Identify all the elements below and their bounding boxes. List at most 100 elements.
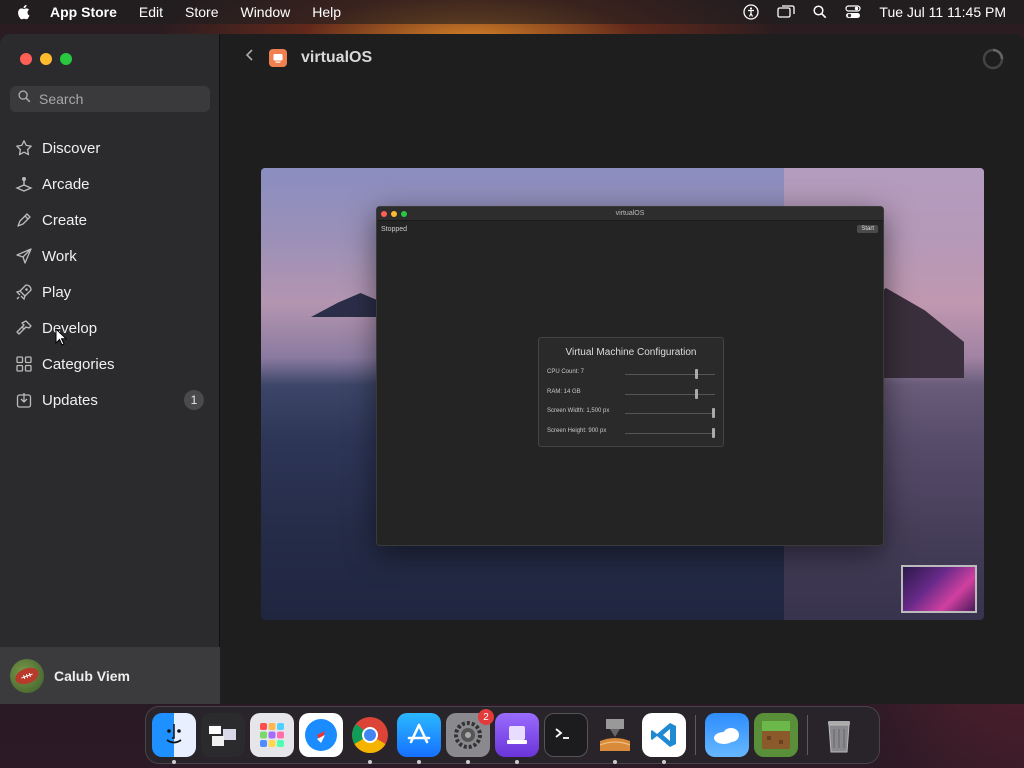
dock-separator: [695, 715, 696, 755]
app-store-icon[interactable]: [397, 713, 441, 764]
vm-minimize-button: [391, 211, 397, 217]
sidebar-item-label: Updates: [42, 391, 98, 409]
main-content: virtualOS virtualOS Stopped Start Virtua…: [221, 34, 1024, 704]
cfg-row-width: Screen Width: 1,500 px: [547, 408, 719, 420]
joystick-icon: [14, 174, 34, 194]
cfg-slider-track: [625, 374, 715, 375]
running-indicator: [172, 760, 176, 764]
menu-help[interactable]: Help: [312, 4, 341, 20]
cfg-slider-thumb: [694, 389, 698, 399]
rocket-icon: [14, 282, 34, 302]
running-indicator: [466, 760, 470, 764]
weather-icon[interactable]: [705, 713, 749, 757]
profile-name: Calub Viem: [54, 667, 130, 684]
notification-badge: 2: [478, 709, 494, 725]
virtualos-app-icon: [269, 48, 287, 67]
terminal-icon[interactable]: [544, 713, 588, 757]
system-settings-icon[interactable]: 2: [446, 709, 494, 764]
apple-menu-icon[interactable]: [16, 4, 36, 20]
brush-icon: [14, 210, 34, 230]
user-profile[interactable]: Calub Viem: [0, 647, 220, 704]
sidebar-item-label: Discover: [42, 139, 101, 157]
cfg-slider-thumb: [712, 428, 715, 438]
minimize-button[interactable]: [40, 53, 52, 65]
sidebar-item-arcade[interactable]: Arcade: [14, 166, 210, 202]
close-button[interactable]: [20, 53, 32, 65]
menu-store[interactable]: Store: [185, 4, 218, 20]
virtualos-dock-icon[interactable]: [495, 713, 539, 764]
menu-clock[interactable]: Tue Jul 11 11:45 PM: [879, 4, 1006, 20]
accessibility-icon[interactable]: [743, 4, 760, 20]
sidebar-item-label: Create: [42, 211, 88, 229]
screen-mirroring-icon[interactable]: [777, 5, 796, 19]
dock-separator: [807, 715, 808, 755]
finder-icon[interactable]: [152, 713, 196, 764]
vscode-icon[interactable]: [642, 713, 686, 764]
vm-config-title: Virtual Machine Configuration: [565, 347, 697, 358]
sidebar: Discover Arcade Create Work Play Develop: [0, 34, 220, 704]
cfg-label: RAM: 14 GB: [547, 389, 581, 395]
sidebar-item-discover[interactable]: Discover: [14, 130, 210, 166]
minecraft-icon[interactable]: [754, 713, 798, 757]
back-chevron-icon[interactable]: [245, 48, 255, 67]
sidebar-item-categories[interactable]: Categories: [14, 346, 210, 382]
vm-window-controls: [381, 211, 407, 217]
window-controls: [20, 53, 72, 65]
mouse-cursor-icon: [55, 327, 68, 351]
safari-icon[interactable]: [299, 713, 343, 757]
sidebar-nav: Discover Arcade Create Work Play Develop: [14, 130, 210, 418]
menu-bar: App Store Edit Store Window Help Tue Jul…: [0, 0, 1024, 24]
running-indicator: [613, 760, 617, 764]
cfg-slider-track: [625, 433, 715, 434]
sidebar-item-create[interactable]: Create: [14, 202, 210, 238]
sidebar-item-label: Categories: [42, 355, 115, 373]
dock: 2: [145, 706, 880, 764]
menu-edit[interactable]: Edit: [139, 4, 163, 20]
cfg-slider-thumb: [694, 369, 698, 379]
cfg-label: Screen Width: 1,500 px: [547, 408, 610, 414]
search-box[interactable]: [10, 86, 210, 112]
search-icon: [18, 90, 31, 108]
sidebar-item-updates[interactable]: Updates 1: [14, 382, 210, 418]
cfg-row-ram: RAM: 14 GB: [547, 389, 719, 401]
sidebar-item-label: Develop: [42, 319, 98, 337]
vm-config-panel: Virtual Machine Configuration CPU Count:…: [538, 337, 724, 447]
sidebar-item-label: Arcade: [42, 175, 90, 193]
updates-count-badge: 1: [184, 390, 204, 410]
sidebar-item-develop[interactable]: Develop: [14, 310, 210, 346]
cfg-slider-thumb: [712, 408, 715, 418]
installer-icon[interactable]: [593, 713, 637, 764]
menu-window[interactable]: Window: [240, 4, 290, 20]
cfg-row-cpu: CPU Count: 7: [547, 369, 719, 381]
trash-icon[interactable]: [817, 713, 861, 757]
sidebar-item-work[interactable]: Work: [14, 238, 210, 274]
chrome-icon[interactable]: [348, 713, 392, 764]
sidebar-item-play[interactable]: Play: [14, 274, 210, 310]
cfg-label: Screen Height: 900 px: [547, 428, 607, 434]
app-store-window: Discover Arcade Create Work Play Develop: [0, 34, 1024, 704]
loading-spinner-icon: [982, 48, 1004, 75]
control-center-icon[interactable]: [845, 5, 862, 19]
star-icon: [14, 138, 34, 158]
sidebar-item-label: Play: [42, 283, 72, 301]
menu-app-name[interactable]: App Store: [50, 4, 117, 20]
page-title: virtualOS: [301, 48, 373, 66]
vm-window: virtualOS Stopped Start Virtual Machine …: [376, 206, 884, 546]
paperplane-icon: [14, 246, 34, 266]
vm-status: Stopped: [381, 226, 408, 233]
hammer-icon: [14, 318, 34, 338]
spotlight-search-icon[interactable]: [813, 5, 827, 19]
launchpad-icon[interactable]: [250, 713, 294, 757]
running-indicator: [515, 760, 519, 764]
app-screenshot-preview[interactable]: virtualOS Stopped Start Virtual Machine …: [261, 168, 984, 620]
vm-titlebar: virtualOS: [377, 207, 883, 221]
running-indicator: [662, 760, 666, 764]
search-input[interactable]: [39, 91, 199, 107]
sidebar-item-label: Work: [42, 247, 77, 265]
avatar: [10, 658, 44, 693]
running-indicator: [417, 760, 421, 764]
screenshot-thumbnail[interactable]: [901, 565, 977, 613]
zoom-button[interactable]: [60, 53, 72, 65]
window-manager-icon[interactable]: [201, 713, 245, 757]
cfg-label: CPU Count: 7: [547, 369, 585, 375]
